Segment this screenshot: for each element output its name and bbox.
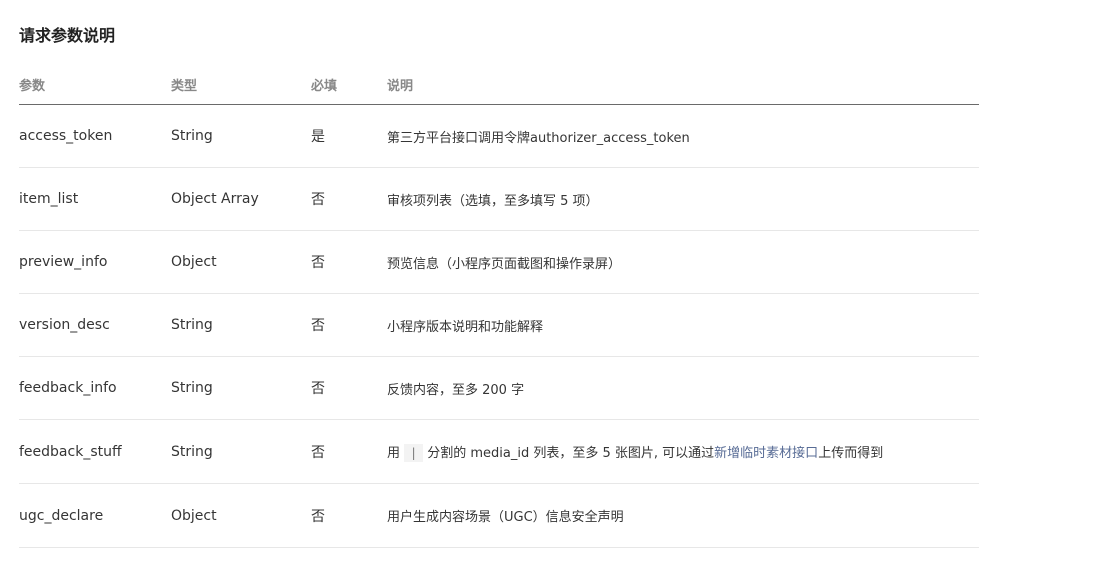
param-required: 否 <box>311 483 387 548</box>
param-required: 是 <box>311 104 387 168</box>
param-name: item_list <box>19 167 171 231</box>
description-suffix: 上传而得到 <box>818 445 884 461</box>
header-param: 参数 <box>19 64 171 105</box>
table-row: ugc_declare Object 否 用户生成内容场景（UGC）信息安全声明 <box>19 483 979 548</box>
param-name: preview_info <box>19 230 171 294</box>
param-required: 否 <box>311 167 387 231</box>
separator-code: | <box>404 443 424 462</box>
param-description: 反馈内容，至多 200 字 <box>387 356 979 420</box>
param-required: 否 <box>311 419 387 484</box>
header-type: 类型 <box>171 64 311 105</box>
param-name: ugc_declare <box>19 483 171 548</box>
param-description: 预览信息（小程序页面截图和操作录屏） <box>387 230 979 294</box>
description-prefix: 用 <box>387 445 401 461</box>
param-name: version_desc <box>19 293 171 357</box>
param-type: String <box>171 419 311 484</box>
param-name: feedback_info <box>19 356 171 420</box>
table-row: feedback_info String 否 反馈内容，至多 200 字 <box>19 356 979 420</box>
table-row: item_list Object Array 否 审核项列表（选填，至多填写 5… <box>19 167 979 231</box>
table-row: preview_info Object 否 预览信息（小程序页面截图和操作录屏） <box>19 230 979 294</box>
param-type: String <box>171 293 311 357</box>
param-type: Object Array <box>171 167 311 231</box>
param-type: Object <box>171 483 311 548</box>
param-required: 否 <box>311 230 387 294</box>
description-middle: 分割的 media_id 列表，至多 5 张图片, 可以通过 <box>427 445 715 461</box>
param-type: Object <box>171 230 311 294</box>
param-type: String <box>171 104 311 168</box>
table-row: version_desc String 否 小程序版本说明和功能解释 <box>19 293 979 357</box>
param-type: String <box>171 356 311 420</box>
param-name: access_token <box>19 104 171 168</box>
param-required: 否 <box>311 293 387 357</box>
header-required: 必填 <box>311 64 387 105</box>
param-description-link[interactable]: 审核项列表（选填，至多填写 5 项） <box>387 167 979 231</box>
section-title: 请求参数说明 <box>19 26 116 45</box>
header-description: 说明 <box>387 64 979 105</box>
param-description: 用 | 分割的 media_id 列表，至多 5 张图片, 可以通过新增临时素材接口… <box>387 419 979 484</box>
param-required: 否 <box>311 356 387 420</box>
request-params-table: 参数 类型 必填 说明 access_token String 是 第三方平台接… <box>19 64 979 548</box>
param-description-link[interactable]: 第三方平台接口调用令牌authorizer_access_token <box>387 104 979 168</box>
param-description: 小程序版本说明和功能解释 <box>387 293 979 357</box>
upload-temp-media-link[interactable]: 新增临时素材接口 <box>714 446 818 461</box>
table-row: access_token String 是 第三方平台接口调用令牌authori… <box>19 104 979 168</box>
param-name: feedback_stuff <box>19 419 171 484</box>
table-row: feedback_stuff String 否 用 | 分割的 media_id 列… <box>19 419 979 484</box>
param-description: 用户生成内容场景（UGC）信息安全声明 <box>387 483 979 548</box>
table-header-row: 参数 类型 必填 说明 <box>19 64 979 105</box>
